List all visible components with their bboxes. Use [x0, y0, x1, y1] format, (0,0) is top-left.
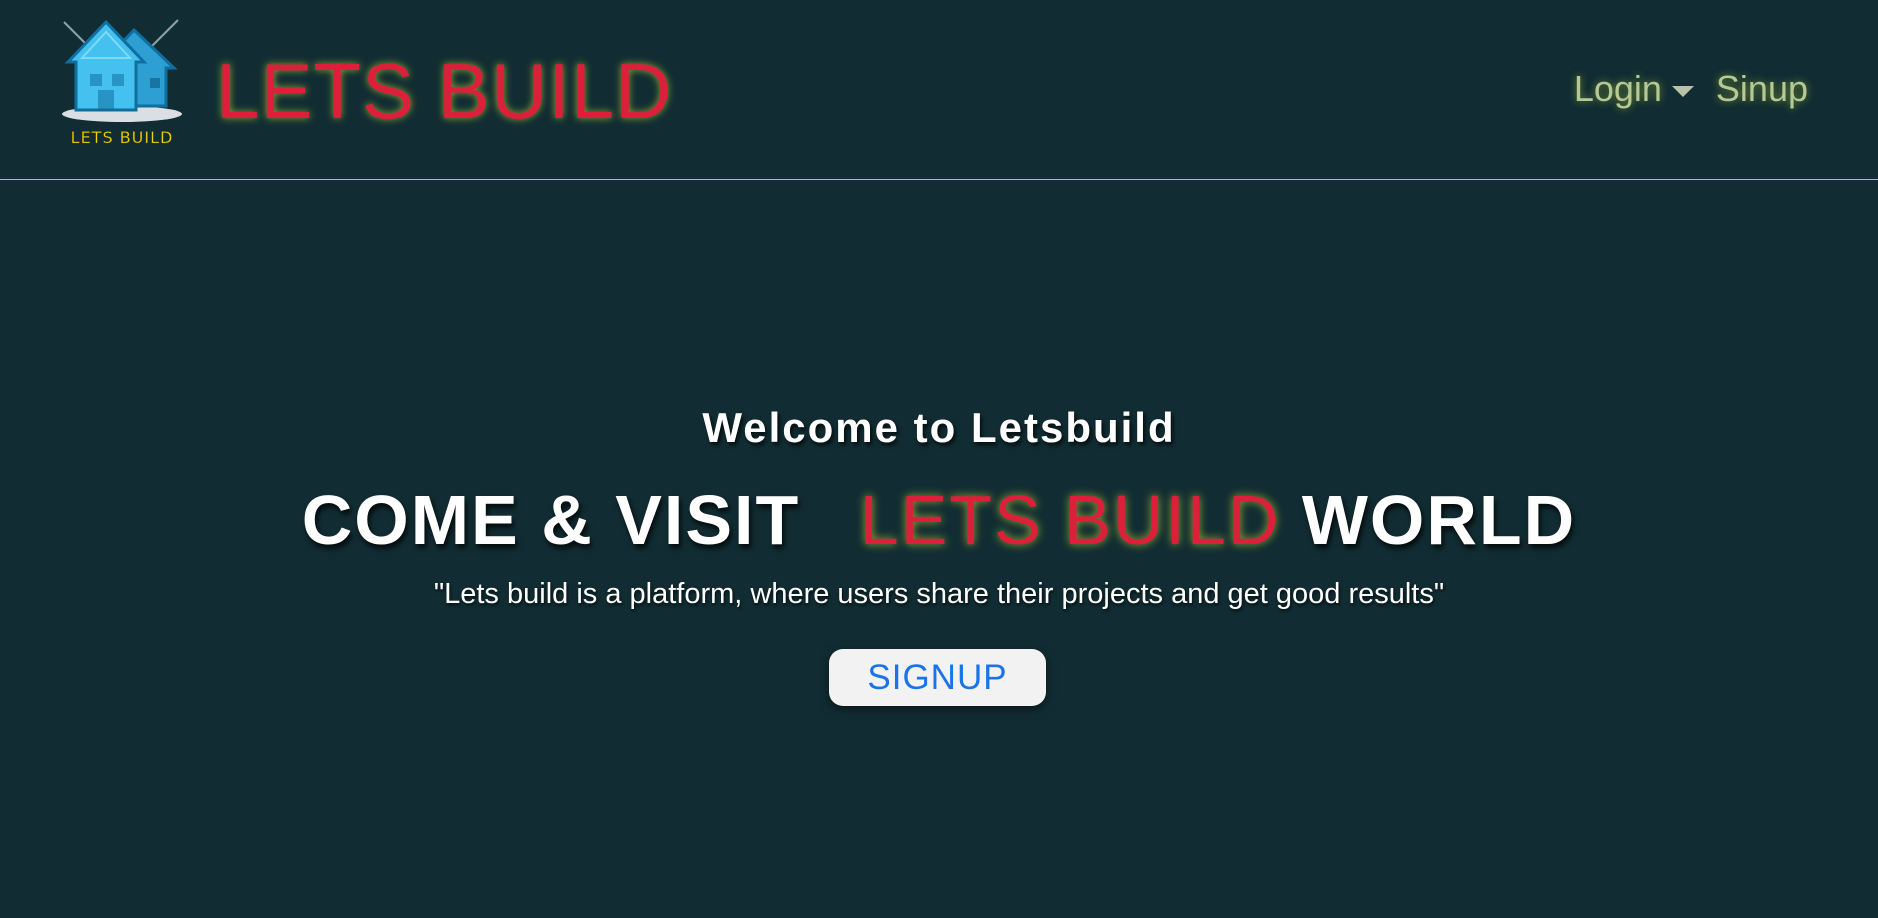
signup-nav-link[interactable]: Sinup [1716, 68, 1808, 110]
headline-prefix: COME & VISIT [301, 481, 801, 559]
headline-suffix: WORLD [1301, 481, 1577, 559]
welcome-heading: Welcome to Letsbuild [702, 404, 1176, 451]
house-logo-icon: LETS BUILD [62, 19, 182, 147]
logo-caption: LETS BUILD [71, 128, 174, 147]
caret-down-icon [1671, 85, 1694, 97]
navbar: LETS BUILD LETS BUILD Login Sinup [0, 0, 1878, 180]
nav-links: Login Sinup [1574, 64, 1808, 114]
headline-accent: LETS BUILD [859, 481, 1281, 559]
hero-headline: COME & VISIT LETS BUILD WORLD [0, 480, 1878, 560]
login-label: Login [1573, 68, 1662, 109]
logo[interactable]: LETS BUILD [58, 18, 188, 150]
hero-tagline: "Lets build is a platform, where users s… [433, 578, 1445, 610]
brand-title[interactable]: LETS BUILD [216, 46, 672, 136]
login-dropdown[interactable]: Login [1574, 68, 1716, 110]
signup-button[interactable]: SIGNUP [829, 649, 1046, 706]
hero-section: Welcome to Letsbuild COME & VISIT LETS B… [0, 180, 1878, 918]
